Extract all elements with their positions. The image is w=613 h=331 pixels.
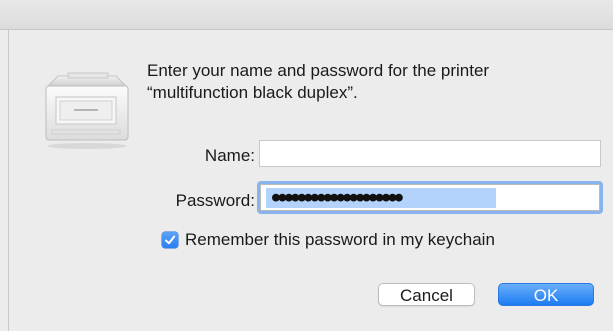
name-field[interactable] [259, 140, 601, 167]
checkmark-icon [165, 235, 176, 245]
dialog-message: Enter your name and password for the pri… [147, 61, 490, 102]
password-field-inner: ●●●●●●●●●●●●●●●●●●●● [260, 184, 600, 211]
printer-auth-dialog: Enter your name and password for the pri… [8, 30, 613, 331]
cancel-button[interactable]: Cancel [378, 283, 475, 306]
printer-icon [38, 64, 143, 164]
remember-checkbox[interactable] [162, 232, 178, 248]
password-label: Password: [175, 191, 255, 210]
name-label: Name: [204, 146, 255, 165]
password-field[interactable]: ●●●●●●●●●●●●●●●●●●●● [257, 181, 603, 214]
ok-button[interactable]: OK [498, 283, 594, 306]
remember-label[interactable]: Remember this password in my keychain [185, 230, 495, 250]
window-titlebar[interactable] [0, 0, 613, 30]
password-dots: ●●●●●●●●●●●●●●●●●●●● [266, 188, 496, 208]
